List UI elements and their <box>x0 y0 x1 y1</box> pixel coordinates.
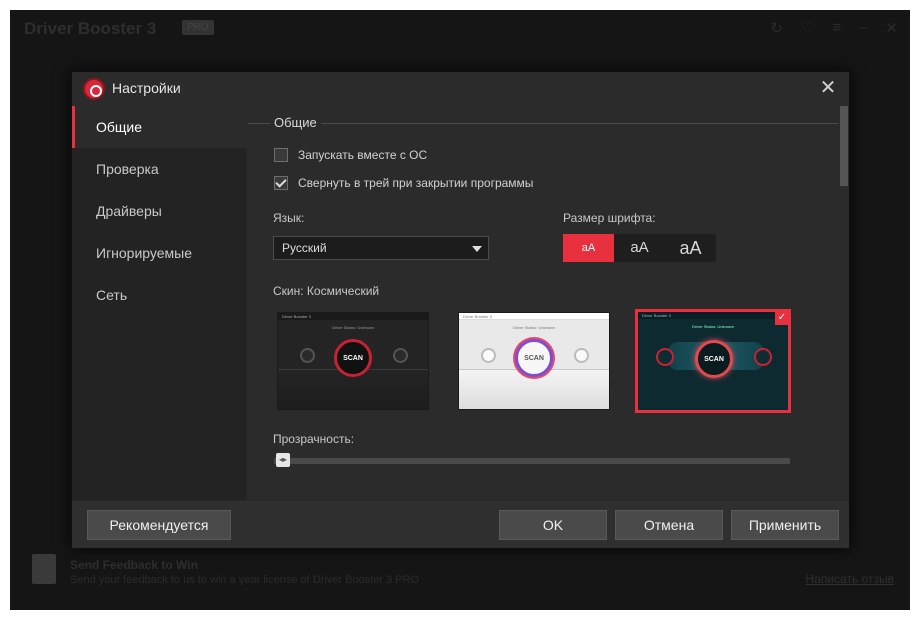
checkmark-icon: ✓ <box>775 312 788 325</box>
tray-option[interactable]: Свернуть в трей при закрытии программы <box>274 174 533 192</box>
skin-mini-title: Driver Booster 3 <box>282 314 311 319</box>
transparency-slider-handle[interactable]: ◂▸ <box>276 453 290 467</box>
skin-gauge-right <box>574 348 589 363</box>
transparency-label: Прозрачность: <box>273 432 355 446</box>
font-size-small-button[interactable]: aA <box>563 234 614 262</box>
skin-gauge-right <box>393 348 408 363</box>
feedback-title: Send Feedback to Win <box>70 558 198 572</box>
skin-scan-circle: SCAN <box>695 340 733 378</box>
dialog-titlebar: Настройки ✕ <box>72 72 849 106</box>
dialog-footer: Рекомендуется OK Отмена Применить <box>72 500 849 548</box>
scrollbar-thumb[interactable] <box>840 106 848 186</box>
close-icon[interactable]: ✕ <box>885 19 898 37</box>
app-logo-icon <box>83 78 105 100</box>
skin-label: Скин: Космический <box>273 284 380 298</box>
startup-label: Запускать вместе с ОС <box>298 148 428 162</box>
sidebar-item-ignored[interactable]: Игнорируемые <box>72 232 247 274</box>
skin-gauge-right <box>754 348 772 366</box>
language-label: Язык: <box>273 211 305 225</box>
feedback-text: Send your feedback to us to win a year l… <box>70 574 420 586</box>
skin-space-thumbnail[interactable]: Driver Booster 3 Driver Status: Unknown … <box>635 309 791 413</box>
skin-mini-title: Driver Booster 3 <box>463 314 492 319</box>
cancel-button[interactable]: Отмена <box>615 510 723 540</box>
skin-scan-circle: SCAN <box>334 339 372 377</box>
skin-dark-thumbnail[interactable]: Driver Booster 3 Driver Status: Unknown … <box>277 312 429 410</box>
font-size-label: Размер шрифта: <box>563 211 656 225</box>
sidebar-item-drivers[interactable]: Драйверы <box>72 190 247 232</box>
sidebar-item-general[interactable]: Общие <box>72 106 247 148</box>
sidebar-item-network[interactable]: Сеть <box>72 274 247 316</box>
chevron-down-icon <box>472 246 482 252</box>
section-title: Общие <box>270 115 321 130</box>
sidebar-item-scan[interactable]: Проверка <box>72 148 247 190</box>
skin-gauge-left <box>300 348 315 363</box>
language-select[interactable]: Русский <box>273 236 489 260</box>
app-titlebar: Driver Booster 3 PRO ↻ ♡ ≡ – ✕ <box>10 10 910 46</box>
skin-scan-circle: SCAN <box>515 339 553 377</box>
skin-gauge-left <box>656 348 674 366</box>
tray-checkbox[interactable] <box>274 176 288 190</box>
skin-mini-title: Driver Booster 3 <box>642 313 671 318</box>
recommended-button[interactable]: Рекомендуется <box>87 510 231 540</box>
skin-status: Driver Status: Unknown <box>512 325 555 330</box>
startup-checkbox[interactable] <box>274 148 288 162</box>
feedback-icon <box>32 554 56 584</box>
menu-icon[interactable]: ≡ <box>832 19 841 37</box>
font-size-medium-button[interactable]: aA <box>614 234 665 262</box>
tray-label: Свернуть в трей при закрытии программы <box>298 176 534 190</box>
skin-scan-label: SCAN <box>343 355 363 362</box>
app-title: Driver Booster 3 <box>24 19 157 38</box>
skin-status: Driver Status: Unknown <box>691 324 734 329</box>
transparency-slider-track[interactable] <box>274 458 790 464</box>
settings-scrollbar[interactable] <box>839 106 849 500</box>
startup-option[interactable]: Запускать вместе с ОС <box>274 146 427 164</box>
minimize-icon[interactable]: – <box>859 19 867 37</box>
skin-scan-label: SCAN <box>524 355 544 362</box>
heart-icon[interactable]: ♡ <box>801 19 814 37</box>
general-settings-panel: Общие Запускать вместе с ОС Свернуть в т… <box>248 106 838 500</box>
feedback-link[interactable]: Написать отзыв <box>806 572 894 586</box>
app-window-controls: ↻ ♡ ≡ – ✕ <box>770 19 898 37</box>
dialog-close-icon[interactable]: ✕ <box>817 77 839 99</box>
ok-button[interactable]: OK <box>499 510 607 540</box>
skin-status: Driver Status: Unknown <box>331 325 374 330</box>
section-divider <box>248 123 838 124</box>
dialog-title: Настройки <box>112 80 181 96</box>
skin-gauge-left <box>481 348 496 363</box>
settings-dialog: Настройки ✕ Общие Проверка Драйверы Игно… <box>71 71 850 549</box>
skin-light-thumbnail[interactable]: Driver Booster 3 Driver Status: Unknown … <box>458 312 610 410</box>
pro-badge: PRO <box>182 20 214 35</box>
language-value: Русский <box>282 241 327 255</box>
font-size-large-button[interactable]: aA <box>665 234 716 262</box>
apply-button[interactable]: Применить <box>731 510 839 540</box>
skin-scan-label: SCAN <box>704 356 724 363</box>
refresh-icon[interactable]: ↻ <box>770 19 783 37</box>
settings-sidebar: Общие Проверка Драйверы Игнорируемые Сет… <box>72 106 247 500</box>
